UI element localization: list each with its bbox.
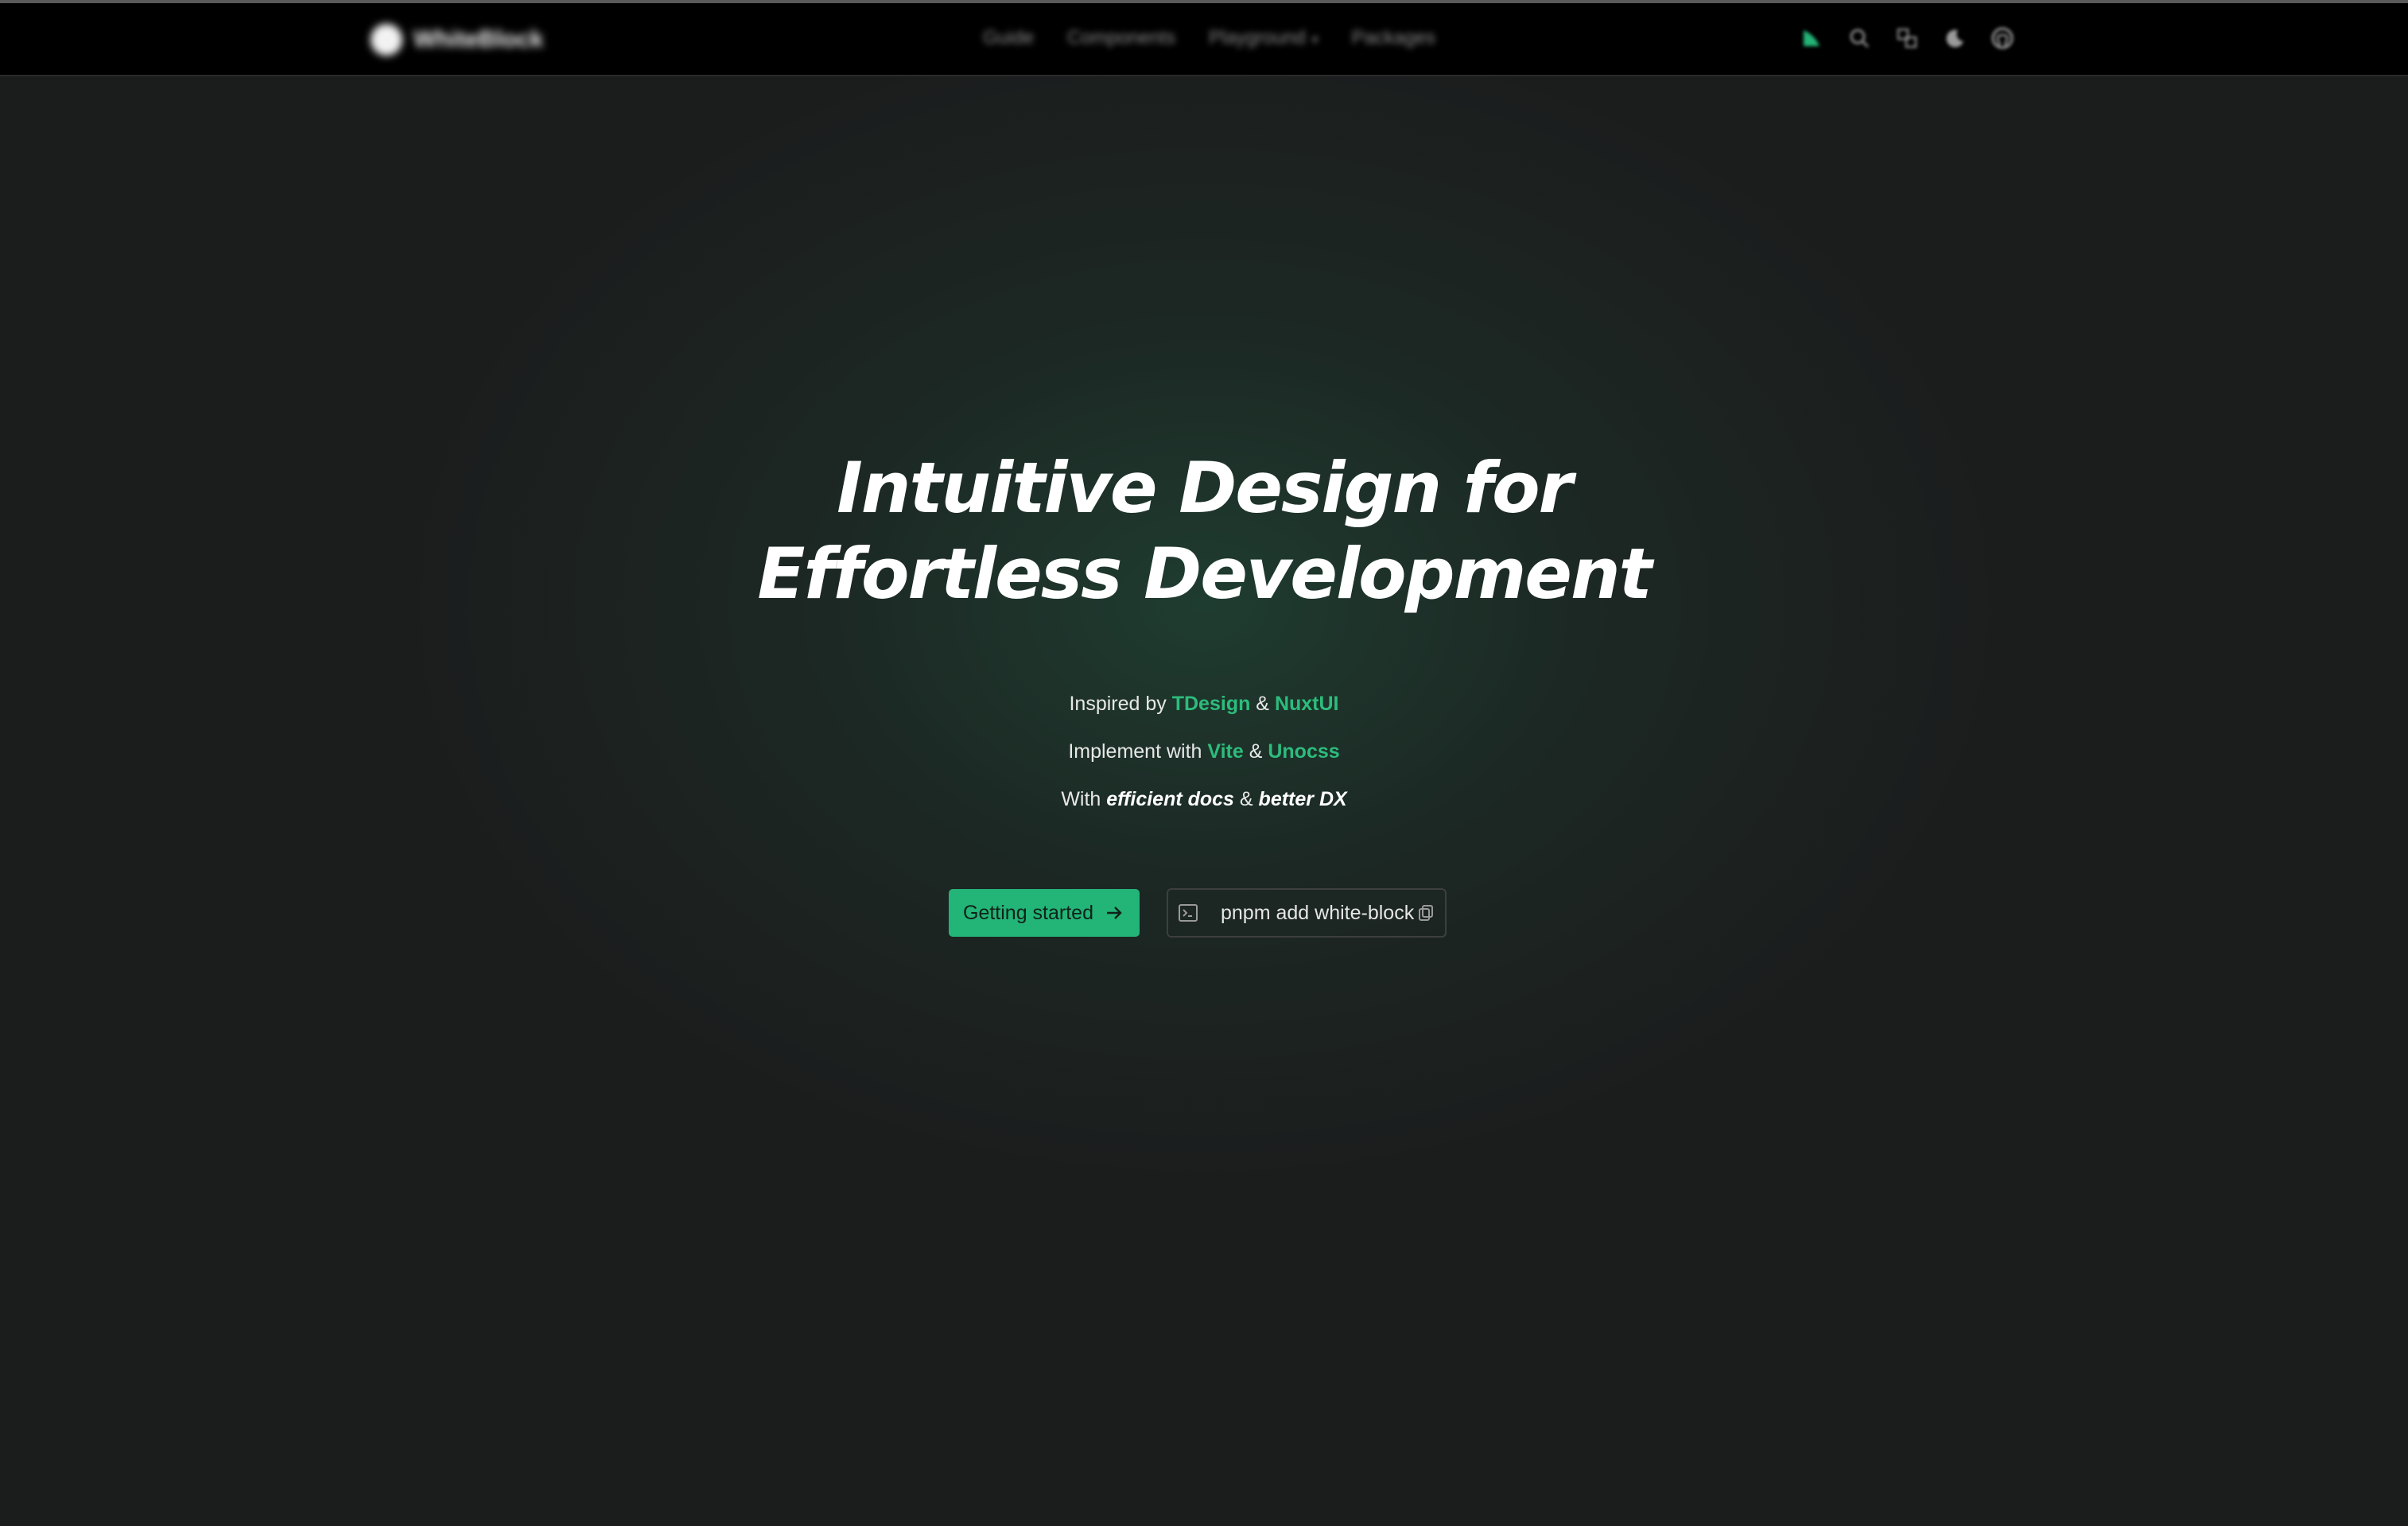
tagline-efficient-docs: efficient docs <box>1106 788 1234 810</box>
brand-name: WhiteBlock <box>414 26 544 52</box>
tagline-prefix: Implement with <box>1068 740 1208 763</box>
cta-row: Getting started pnpm add white-block <box>949 888 1447 938</box>
translate-icon[interactable] <box>1894 25 1920 51</box>
hero: Intuitive Design for Effortless Developm… <box>0 445 2408 617</box>
tagline-with: With efficient docs & better DX <box>0 779 2408 827</box>
link-nuxtui[interactable]: NuxtUI <box>1275 693 1339 715</box>
brand-icon[interactable] <box>1799 25 1824 51</box>
nav-link-playground[interactable]: Playground ▾ <box>1209 27 1318 49</box>
search-icon[interactable] <box>1847 25 1872 51</box>
taglines: Inspired by TDesign & NuxtUI Implement w… <box>0 684 2408 827</box>
nav-links: Guide Components Playground ▾ Packages <box>983 27 1435 49</box>
nav-link-playground-label: Playground <box>1209 27 1306 49</box>
brand-logo-icon <box>371 24 402 56</box>
install-command-text: pnpm add white-block <box>1221 901 1415 924</box>
hero-title-line-1: Intuitive Design for <box>837 447 1573 529</box>
getting-started-button[interactable]: Getting started <box>949 889 1140 937</box>
nav-link-packages[interactable]: Packages <box>1352 27 1435 49</box>
link-unocss[interactable]: Unocss <box>1268 740 1339 763</box>
tagline-separator: & <box>1233 788 1259 810</box>
link-tdesign[interactable]: TDesign <box>1172 693 1251 715</box>
chevron-down-icon: ▾ <box>1311 33 1319 47</box>
tagline-separator: & <box>1250 693 1275 715</box>
arrow-right-icon <box>1106 907 1122 919</box>
tagline-prefix: With <box>1061 788 1107 810</box>
install-command-box: pnpm add white-block <box>1167 888 1447 938</box>
getting-started-label: Getting started <box>963 901 1093 924</box>
hero-title-line-2: Effortless Development <box>757 533 1652 615</box>
moon-icon[interactable] <box>1942 25 1967 51</box>
nav-link-guide[interactable]: Guide <box>983 27 1034 49</box>
tagline-better-dx: better DX <box>1258 788 1347 810</box>
github-icon[interactable] <box>1990 25 2015 51</box>
hero-title: Intuitive Design for Effortless Developm… <box>0 445 2408 617</box>
page: WhiteBlock Guide Components Playground ▾ … <box>0 0 2408 1526</box>
tagline-inspired: Inspired by TDesign & NuxtUI <box>0 684 2408 732</box>
tagline-prefix: Inspired by <box>1069 693 1172 715</box>
brand-link[interactable]: WhiteBlock <box>371 22 543 57</box>
link-vite[interactable]: Vite <box>1207 740 1243 763</box>
tagline-implement: Implement with Vite & Unocss <box>0 732 2408 779</box>
terminal-icon <box>1179 904 1198 922</box>
navbar: WhiteBlock Guide Components Playground ▾ … <box>0 3 2408 76</box>
nav-link-components[interactable]: Components <box>1067 27 1175 49</box>
copy-icon[interactable] <box>1416 903 1435 922</box>
tagline-separator: & <box>1243 740 1268 763</box>
nav-icon-group <box>1799 25 2015 51</box>
